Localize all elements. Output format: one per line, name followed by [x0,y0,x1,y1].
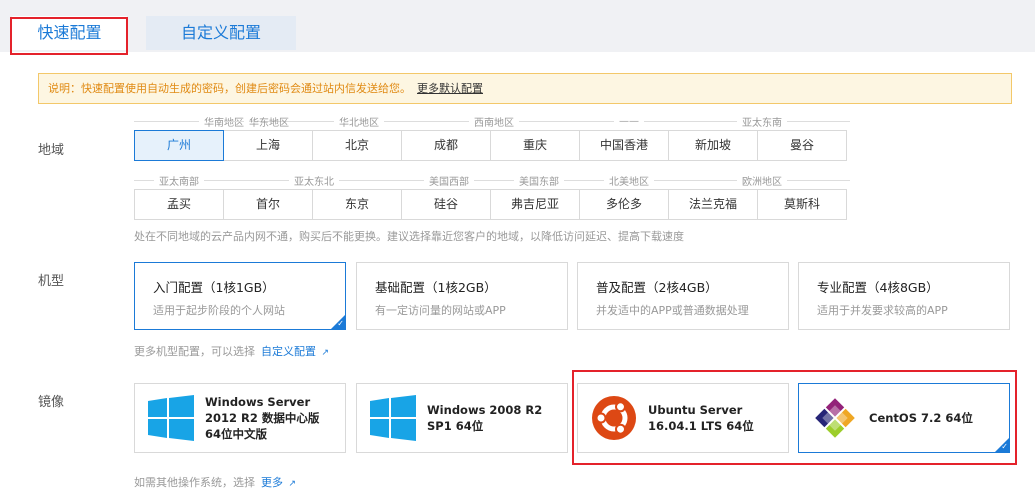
instance-desc: 适用于起步阶段的个人网站 [153,304,285,317]
group-label: 北美地区 [584,173,674,188]
image-name: Windows Server 2012 R2 数据中心版 64位中文版 [205,395,320,441]
image-card[interactable]: Windows Server 2012 R2 数据中心版 64位中文版 [134,383,346,453]
group-label: 亚太东南 [674,114,850,129]
instance-title: 普及配置（2核4GB） [596,280,718,295]
region-option[interactable]: 首尔 [223,189,313,220]
instance-card[interactable]: 基础配置（1核2GB） 有一定访问量的网站或APP [356,262,568,330]
region-option[interactable]: 东京 [312,189,402,220]
group-label: 亚太南部 [134,173,224,188]
instance-label: 机型 [38,274,65,289]
highlight-box-images [572,370,1017,465]
region-option[interactable]: 多伦多 [579,189,669,220]
instance-desc: 适用于并发要求较高的APP [817,304,948,317]
region-hint: 处在不同地域的云产品内网不通，购买后不能更换。建议选择靠近您客户的地域，以降低访… [134,230,684,243]
region-row-2: 孟买 首尔 东京 硅谷 弗吉尼亚 多伦多 法兰克福 莫斯科 [134,189,847,220]
region-option[interactable]: 上海 [223,130,313,161]
image-card[interactable]: Windows 2008 R2 SP1 64位 [356,383,568,453]
group-label: 西南地区 [404,114,584,129]
group-label: 美国西部 [404,173,494,188]
notice-text: 说明：快速配置使用自动生成的密码，创建后密码会通过站内信发送给您。 [48,82,411,95]
highlight-box-tab [10,17,128,55]
tab-custom-config[interactable]: 自定义配置 [146,16,296,50]
region-label: 地域 [38,143,65,158]
instance-card[interactable]: 普及配置（2核4GB） 并发适中的APP或普通数据处理 [577,262,789,330]
region-option[interactable]: 中国香港 [579,130,669,161]
windows-icon [147,394,195,442]
image-name: Windows 2008 R2 SP1 64位 [427,403,543,433]
group-label: 亚太东北 [224,173,404,188]
group-label: —— [584,114,674,128]
external-link-icon: ↗ [321,348,330,358]
instance-desc: 并发适中的APP或普通数据处理 [596,304,749,317]
group-label: 美国东部 [494,173,584,188]
tab-bar: 快速配置 自定义配置 [0,0,1035,52]
region-option[interactable]: 孟买 [134,189,224,220]
instance-card[interactable]: 专业配置（4核8GB） 适用于并发要求较高的APP [798,262,1010,330]
instance-title: 专业配置（4核8GB） [817,280,939,295]
image-label: 镜像 [38,395,65,410]
more-default-config-link[interactable]: 更多默认配置 [417,82,483,95]
group-label: 华北地区 [314,114,404,129]
region-row-1: 广州 上海 北京 成都 重庆 中国香港 新加坡 曼谷 [134,130,847,161]
instance-title: 入门配置（1核1GB） [153,280,275,295]
custom-config-link[interactable]: 自定义配置 [261,345,316,358]
region-option[interactable]: 法兰克福 [668,189,758,220]
group-label: 华东地区 [224,114,314,129]
image-hint: 如需其他操作系统，选择 更多 ↗ [134,476,297,489]
instance-desc: 有一定访问量的网站或APP [375,304,506,317]
windows-icon [369,394,417,442]
region-option[interactable]: 北京 [312,130,402,161]
instance-title: 基础配置（1核2GB） [375,280,497,295]
instance-hint: 更多机型配置，可以选择 自定义配置 ↗ [134,345,330,358]
region-option[interactable]: 硅谷 [401,189,491,220]
region-option[interactable]: 广州 [134,130,224,161]
region-option[interactable]: 曼谷 [757,130,847,161]
external-link-icon: ↗ [288,479,297,489]
more-os-link[interactable]: 更多 [261,476,283,489]
notice-banner: 说明：快速配置使用自动生成的密码，创建后密码会通过站内信发送给您。 更多默认配置 [38,73,1012,104]
group-label: 欧洲地区 [674,173,850,188]
instance-card[interactable]: 入门配置（1核1GB） 适用于起步阶段的个人网站 ✓ [134,262,346,330]
checkmark-icon: ✓ [331,315,345,329]
region-option[interactable]: 重庆 [490,130,580,161]
region-option[interactable]: 成都 [401,130,491,161]
region-option[interactable]: 莫斯科 [757,189,847,220]
region-option[interactable]: 弗吉尼亚 [490,189,580,220]
region-option[interactable]: 新加坡 [668,130,758,161]
